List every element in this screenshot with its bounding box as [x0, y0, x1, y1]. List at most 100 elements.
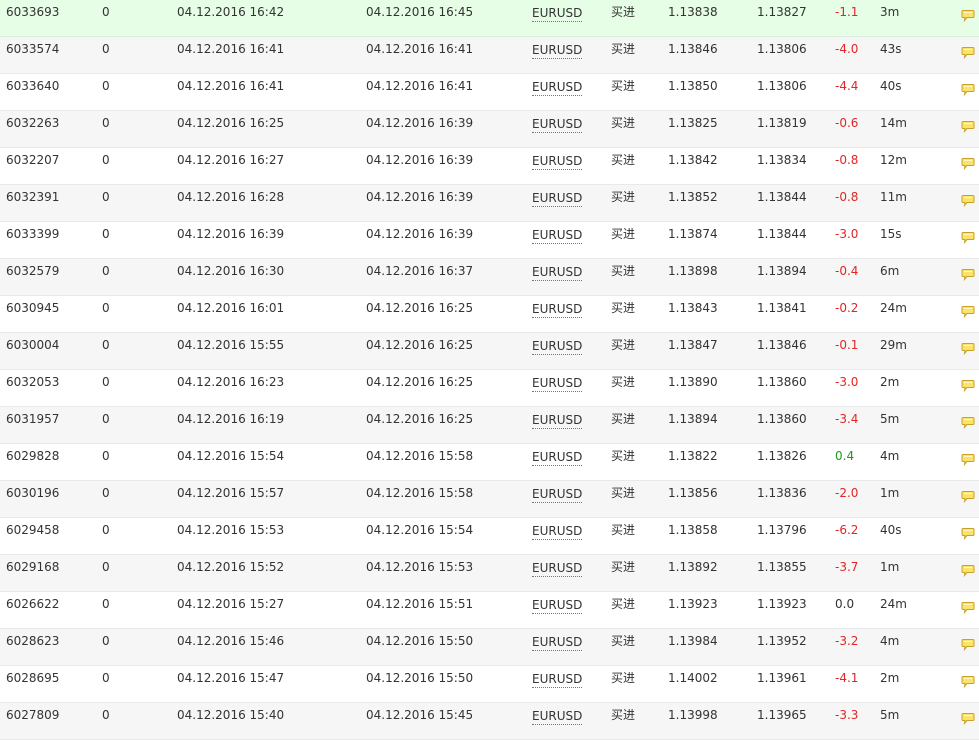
speech-bubble-icon[interactable]	[961, 191, 975, 208]
duration: 40s	[880, 523, 902, 537]
symbol-link[interactable]: EURUSD	[532, 154, 583, 170]
profit-value: -4.4	[835, 79, 859, 93]
trade-type: 买进	[611, 42, 636, 56]
speech-bubble-icon[interactable]	[961, 43, 975, 60]
open-price: 1.13842	[668, 153, 718, 167]
duration: 2m	[880, 671, 900, 685]
table-row: 6030945 0 04.12.2016 16:01 04.12.2016 16:25…	[0, 296, 979, 333]
close-price: 1.13844	[757, 190, 807, 204]
trade-type: 买进	[611, 116, 636, 130]
duration: 11m	[880, 190, 907, 204]
symbol-link[interactable]: EURUSD	[532, 117, 583, 133]
symbol-link[interactable]: EURUSD	[532, 339, 583, 355]
close-time: 04.12.2016 16:39	[366, 153, 474, 167]
duration: 29m	[880, 338, 907, 352]
open-price: 1.13852	[668, 190, 718, 204]
profit-value: -3.4	[835, 412, 859, 426]
table-row: 6033574 0 04.12.2016 16:41 04.12.2016 16:41…	[0, 37, 979, 74]
flag-value: 0	[102, 560, 110, 574]
trade-type: 买进	[611, 190, 636, 204]
flag-value: 0	[102, 597, 110, 611]
profit-value: 0.0	[835, 597, 855, 611]
duration: 3m	[880, 5, 900, 19]
profit-value: -4.0	[835, 42, 859, 56]
close-price: 1.13860	[757, 412, 807, 426]
speech-bubble-icon[interactable]	[961, 339, 975, 356]
trade-history-table: 6033693 0 04.12.2016 16:42 04.12.2016 16:45…	[0, 0, 979, 740]
speech-bubble-icon[interactable]	[961, 376, 975, 393]
close-time: 04.12.2016 15:50	[366, 634, 474, 648]
symbol-link[interactable]: EURUSD	[532, 265, 583, 281]
duration: 2m	[880, 375, 900, 389]
profit-value: -3.0	[835, 375, 859, 389]
speech-bubble-icon[interactable]	[961, 80, 975, 97]
speech-bubble-icon[interactable]	[961, 709, 975, 726]
trade-type: 买进	[611, 227, 636, 241]
speech-bubble-icon[interactable]	[961, 450, 975, 467]
ticket-number: 6032263	[6, 116, 60, 130]
trade-type: 买进	[611, 264, 636, 278]
speech-bubble-icon[interactable]	[961, 487, 975, 504]
symbol-link[interactable]: EURUSD	[532, 413, 583, 429]
symbol-link[interactable]: EURUSD	[532, 672, 583, 688]
open-price: 1.13984	[668, 634, 718, 648]
open-price: 1.13894	[668, 412, 718, 426]
flag-value: 0	[102, 116, 110, 130]
symbol-link[interactable]: EURUSD	[532, 450, 583, 466]
ticket-number: 6033693	[6, 5, 60, 19]
table-row: 6033399 0 04.12.2016 16:39 04.12.2016 16:39…	[0, 222, 979, 259]
symbol-link[interactable]: EURUSD	[532, 6, 583, 22]
symbol-link[interactable]: EURUSD	[532, 487, 583, 503]
flag-value: 0	[102, 42, 110, 56]
speech-bubble-icon[interactable]	[961, 117, 975, 134]
duration: 14m	[880, 116, 907, 130]
symbol-link[interactable]: EURUSD	[532, 302, 583, 318]
speech-bubble-icon[interactable]	[961, 561, 975, 578]
speech-bubble-icon[interactable]	[961, 6, 975, 23]
ticket-number: 6032053	[6, 375, 60, 389]
symbol-link[interactable]: EURUSD	[532, 80, 583, 96]
speech-bubble-icon[interactable]	[961, 672, 975, 689]
trade-type: 买进	[611, 301, 636, 315]
close-price: 1.13965	[757, 708, 807, 722]
symbol-link[interactable]: EURUSD	[532, 191, 583, 207]
speech-bubble-icon[interactable]	[961, 154, 975, 171]
ticket-number: 6033574	[6, 42, 60, 56]
symbol-link[interactable]: EURUSD	[532, 524, 583, 540]
speech-bubble-icon[interactable]	[961, 302, 975, 319]
ticket-number: 6029458	[6, 523, 60, 537]
table-row: 6033640 0 04.12.2016 16:41 04.12.2016 16:41…	[0, 74, 979, 111]
speech-bubble-icon[interactable]	[961, 598, 975, 615]
close-price: 1.13806	[757, 79, 807, 93]
speech-bubble-icon[interactable]	[961, 524, 975, 541]
open-price: 1.13898	[668, 264, 718, 278]
duration: 12m	[880, 153, 907, 167]
symbol-link[interactable]: EURUSD	[532, 635, 583, 651]
symbol-link[interactable]: EURUSD	[532, 709, 583, 725]
symbol-link[interactable]: EURUSD	[532, 561, 583, 577]
close-price: 1.13844	[757, 227, 807, 241]
open-price: 1.13825	[668, 116, 718, 130]
open-time: 04.12.2016 16:28	[177, 190, 285, 204]
open-price: 1.13856	[668, 486, 718, 500]
flag-value: 0	[102, 79, 110, 93]
close-price: 1.13806	[757, 42, 807, 56]
symbol-link[interactable]: EURUSD	[532, 598, 583, 614]
ticket-number: 6028623	[6, 634, 60, 648]
speech-bubble-icon[interactable]	[961, 265, 975, 282]
close-price: 1.13819	[757, 116, 807, 130]
trade-type: 买进	[611, 560, 636, 574]
speech-bubble-icon[interactable]	[961, 228, 975, 245]
profit-value: -0.8	[835, 190, 859, 204]
close-price: 1.13836	[757, 486, 807, 500]
close-price: 1.13796	[757, 523, 807, 537]
speech-bubble-icon[interactable]	[961, 635, 975, 652]
symbol-link[interactable]: EURUSD	[532, 376, 583, 392]
duration: 4m	[880, 634, 900, 648]
symbol-link[interactable]: EURUSD	[532, 228, 583, 244]
profit-value: 0.4	[835, 449, 855, 463]
symbol-link[interactable]: EURUSD	[532, 43, 583, 59]
table-row: 6026622 0 04.12.2016 15:27 04.12.2016 15:51…	[0, 592, 979, 629]
flag-value: 0	[102, 153, 110, 167]
speech-bubble-icon[interactable]	[961, 413, 975, 430]
